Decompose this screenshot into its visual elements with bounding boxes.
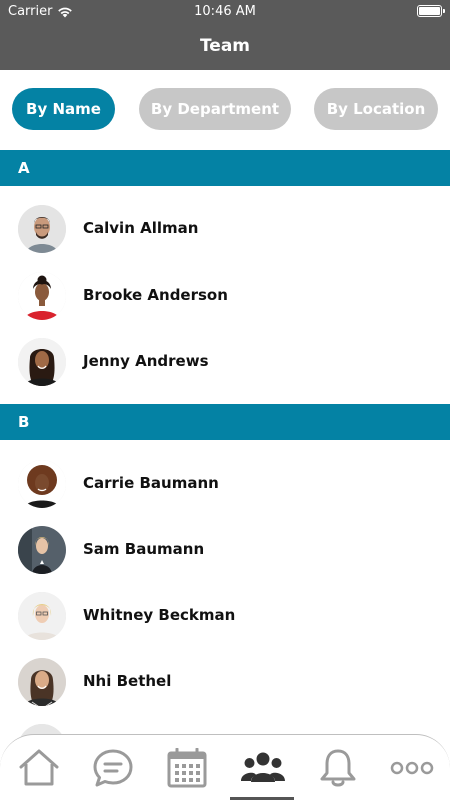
person-name: Carrie Baumann xyxy=(83,474,219,492)
filter-by-department-button[interactable]: By Department xyxy=(139,88,291,130)
tab-notifications[interactable] xyxy=(300,735,375,800)
filter-by-location-button[interactable]: By Location xyxy=(314,88,438,130)
battery-icon xyxy=(417,5,445,17)
filter-by-name-button[interactable]: By Name xyxy=(12,88,115,130)
tab-messages[interactable] xyxy=(75,735,150,800)
avatar xyxy=(18,272,66,320)
list-item[interactable]: Brooke Anderson xyxy=(0,262,450,328)
tab-home[interactable] xyxy=(1,735,76,800)
person-name: Nhi Bethel xyxy=(83,672,172,690)
person-name: Sam Baumann xyxy=(83,540,205,558)
list-item[interactable]: Jenny Andrews xyxy=(0,328,450,394)
person-name: Jenny Andrews xyxy=(83,352,209,370)
tab-team[interactable] xyxy=(225,735,300,800)
section-header-b: B xyxy=(0,404,450,440)
calendar-icon xyxy=(167,748,206,788)
avatar xyxy=(18,658,66,706)
list-item[interactable]: Nhi Bethel xyxy=(0,648,450,714)
bell-icon xyxy=(320,749,355,787)
status-bar: Carrier 10:46 AM xyxy=(0,0,450,24)
list-item[interactable]: Calvin Allman xyxy=(0,195,450,261)
tab-more[interactable] xyxy=(374,735,449,800)
person-name: Whitney Beckman xyxy=(83,606,236,624)
avatar xyxy=(18,338,66,386)
avatar xyxy=(18,460,66,508)
chat-icon xyxy=(93,749,132,787)
list-item[interactable]: Carrie Baumann xyxy=(0,450,450,516)
avatar xyxy=(18,205,66,253)
list-item[interactable]: Sam Baumann xyxy=(0,516,450,582)
avatar xyxy=(18,526,66,574)
list-item[interactable]: Whitney Beckman xyxy=(0,582,450,648)
team-icon xyxy=(240,752,285,782)
section-header-a: A xyxy=(0,150,450,186)
more-icon xyxy=(390,761,433,775)
page-title: Team xyxy=(0,24,450,70)
status-time: 10:46 AM xyxy=(194,4,256,19)
avatar xyxy=(18,592,66,640)
tab-calendar[interactable] xyxy=(149,735,224,800)
filter-bar: By Name By Department By Location xyxy=(0,70,450,150)
tab-bar xyxy=(0,734,450,800)
person-name: Brooke Anderson xyxy=(83,286,228,304)
person-name: Calvin Allman xyxy=(83,219,199,237)
home-icon xyxy=(19,749,58,786)
